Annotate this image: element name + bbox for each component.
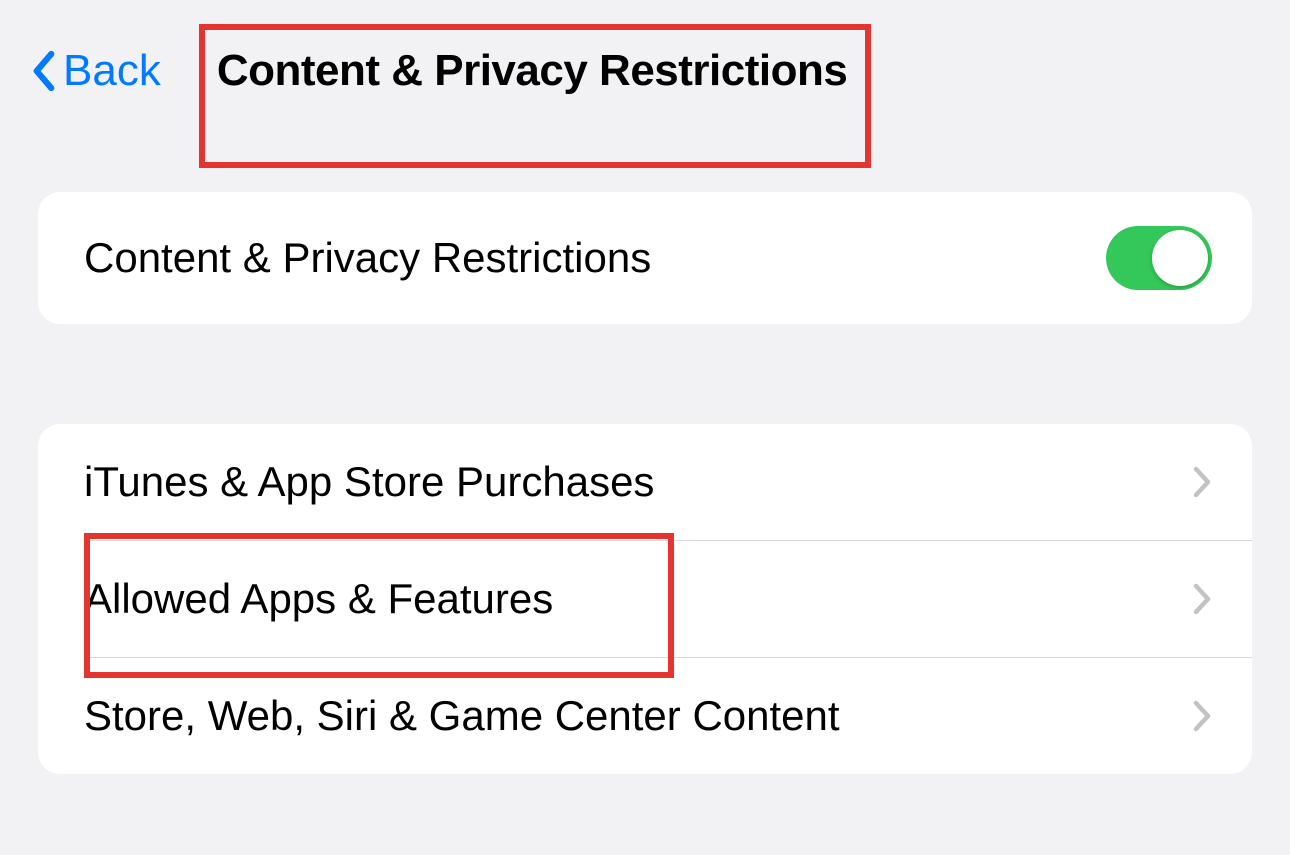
chevron-left-icon xyxy=(30,49,58,93)
menu-item-label: Store, Web, Siri & Game Center Content xyxy=(84,692,840,740)
menu-item-store-web-siri[interactable]: Store, Web, Siri & Game Center Content xyxy=(38,658,1252,774)
title-wrapper: Content & Privacy Restrictions xyxy=(209,40,856,102)
menu-item-allowed-apps-wrapper: Allowed Apps & Features xyxy=(38,541,1252,657)
menu-item-label: Allowed Apps & Features xyxy=(84,575,553,623)
chevron-right-icon xyxy=(1192,465,1212,499)
menu-item-label: iTunes & App Store Purchases xyxy=(84,458,654,506)
menu-section: iTunes & App Store Purchases Allowed App… xyxy=(38,424,1252,774)
menu-item-allowed-apps[interactable]: Allowed Apps & Features xyxy=(38,541,1252,657)
page-title: Content & Privacy Restrictions xyxy=(209,40,856,102)
content-privacy-toggle[interactable] xyxy=(1106,226,1212,290)
chevron-right-icon xyxy=(1192,699,1212,733)
back-label: Back xyxy=(63,46,161,96)
chevron-right-icon xyxy=(1192,582,1212,616)
toggle-knob xyxy=(1152,230,1208,286)
back-button[interactable]: Back xyxy=(30,46,161,96)
toggle-label: Content & Privacy Restrictions xyxy=(84,234,651,282)
header: Back Content & Privacy Restrictions xyxy=(0,0,1290,132)
toggle-section: Content & Privacy Restrictions xyxy=(38,192,1252,324)
content: Content & Privacy Restrictions iTunes & … xyxy=(0,132,1290,774)
content-privacy-toggle-row: Content & Privacy Restrictions xyxy=(38,192,1252,324)
menu-item-itunes-app-store[interactable]: iTunes & App Store Purchases xyxy=(38,424,1252,540)
